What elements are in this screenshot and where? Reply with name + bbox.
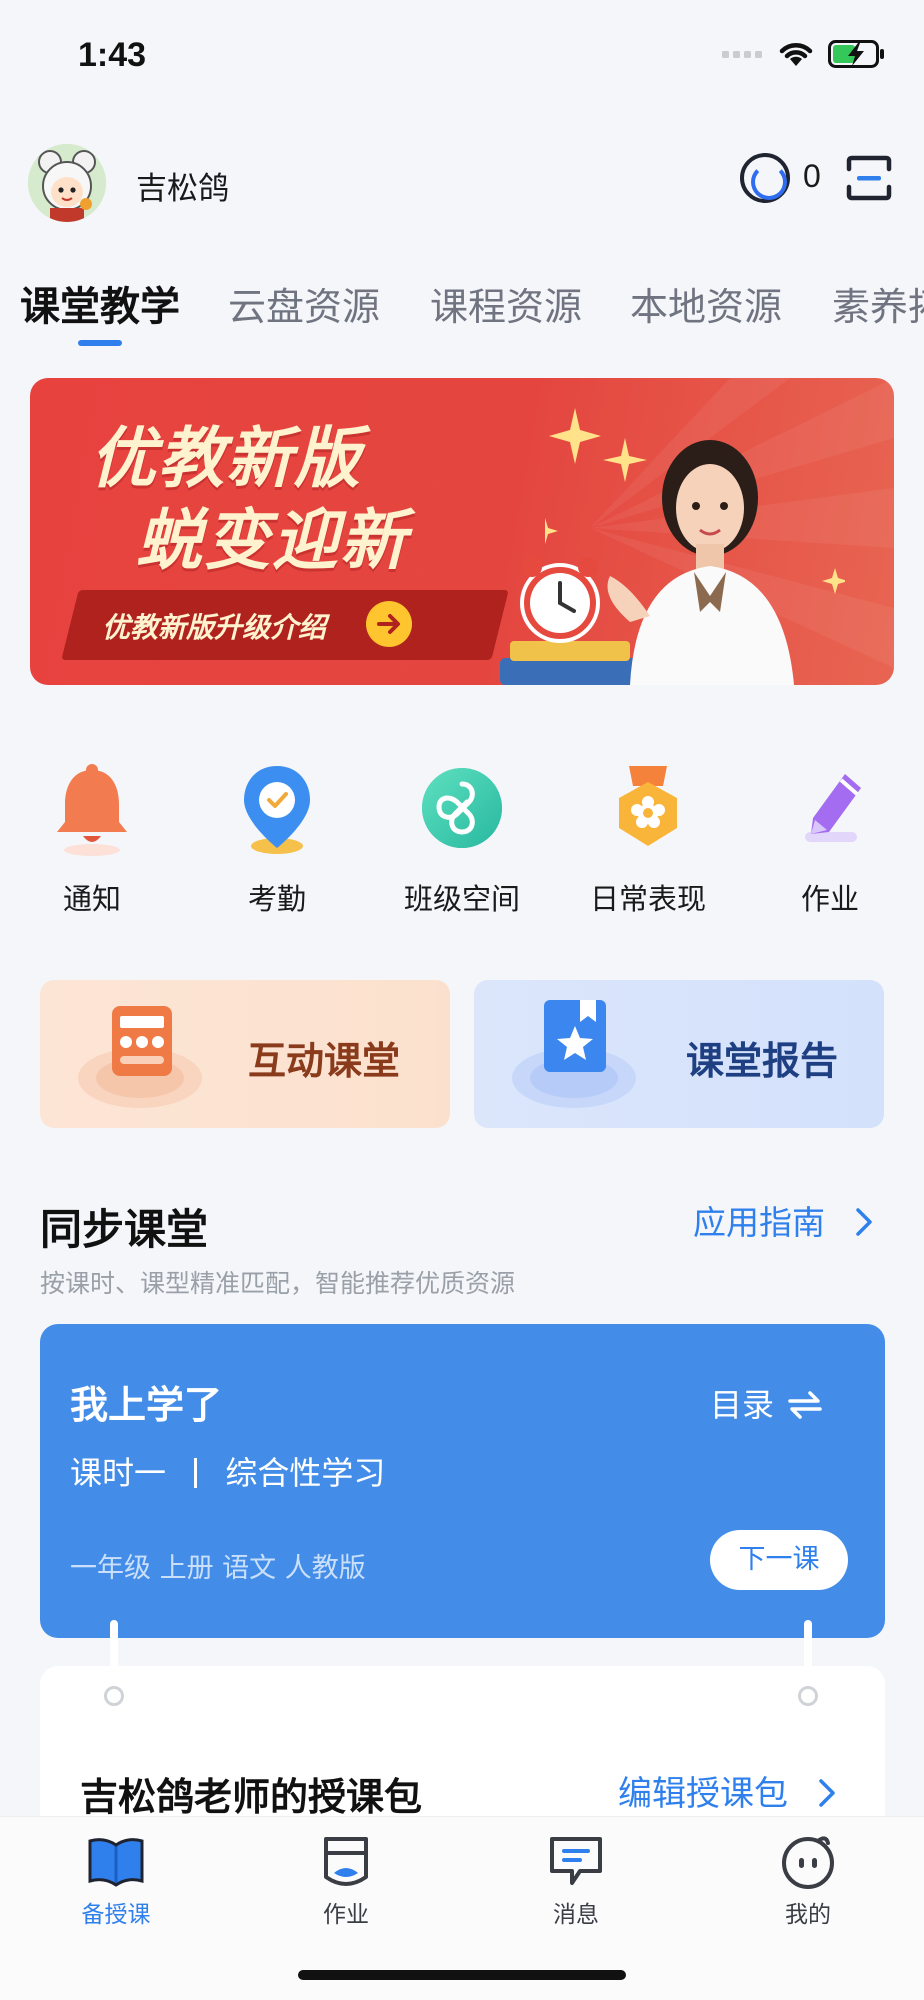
profile-face-icon	[782, 1836, 834, 1889]
interactive-classroom-card[interactable]: 互动课堂	[40, 980, 450, 1128]
banner-title-line2: 蜕变迎新	[136, 502, 408, 579]
status-indicators	[722, 40, 886, 68]
scan-icon[interactable]	[846, 155, 892, 201]
edit-package-link[interactable]: 编辑授课包	[618, 1766, 839, 1815]
catalog-button[interactable]: 目录	[710, 1380, 822, 1426]
avatar-image	[28, 144, 106, 222]
switch-arrows-icon	[788, 1391, 822, 1419]
quick-action-daily-performance[interactable]: 日常表现	[587, 762, 709, 918]
teaching-package-title: 吉松鸽老师的授课包	[80, 1775, 423, 1819]
quick-action-homework[interactable]: 作业	[770, 762, 890, 918]
nav-label: 作业	[323, 1902, 369, 1928]
avatar[interactable]	[28, 144, 106, 222]
sync-classroom-subtitle: 按课时、课型精准匹配，智能推荐优质资源	[40, 1269, 516, 1298]
app-guide-label: 应用指南	[693, 1203, 825, 1242]
lesson-topic: 综合性学习	[225, 1454, 386, 1492]
open-book-icon	[88, 1838, 144, 1887]
interactive-classroom-label: 互动课堂	[248, 1039, 401, 1083]
quick-action-class-space[interactable]: 班级空间	[401, 762, 523, 918]
badge-icon	[619, 766, 677, 846]
nav-homework[interactable]: 作业	[286, 1833, 406, 1929]
edit-package-label: 编辑授课包	[618, 1774, 788, 1814]
tab-cloud-resources[interactable]: 云盘资源	[228, 276, 380, 331]
quick-action-label: 班级空间	[403, 882, 520, 916]
coin-count: 0	[803, 158, 821, 194]
classroom-report-label: 课堂报告	[686, 1039, 839, 1083]
sync-classroom-title: 同步课堂	[40, 1205, 209, 1254]
lesson-title: 我上学了	[70, 1383, 223, 1427]
coin-icon[interactable]	[740, 153, 790, 203]
username: 吉松鸽	[136, 171, 229, 207]
active-tab-indicator	[78, 340, 122, 346]
chevron-right-icon	[819, 1779, 835, 1807]
lesson-meta: 一年级 上册 语文 人教版	[70, 1553, 366, 1584]
catalog-label: 目录	[710, 1386, 775, 1424]
bell-icon	[57, 764, 127, 856]
app-guide-link[interactable]: 应用指南	[693, 1196, 876, 1244]
banner-pill-text: 优教新版升级介绍	[102, 611, 327, 644]
nav-prepare-lessons[interactable]: 备授课	[56, 1833, 176, 1929]
nav-label: 消息	[553, 1902, 599, 1928]
wifi-icon	[779, 43, 813, 66]
calculator-icon	[78, 1006, 202, 1108]
bookmark-star-icon	[512, 1000, 636, 1108]
signal-icon	[722, 51, 762, 58]
next-lesson-button[interactable]: 下一课	[710, 1530, 848, 1590]
quick-action-label: 作业	[800, 882, 859, 916]
tab-course-resources[interactable]: 课程资源	[430, 276, 582, 331]
battery-charging-icon	[828, 40, 884, 68]
message-icon	[550, 1837, 602, 1885]
binder-hole	[798, 1686, 818, 1706]
homework-pen-icon	[805, 774, 861, 842]
nav-label: 备授课	[81, 1902, 151, 1928]
banner-title: 优教新版 蜕变迎新	[90, 418, 408, 582]
quick-action-label: 考勤	[247, 882, 306, 916]
classroom-report-card[interactable]: 课堂报告	[474, 980, 884, 1128]
tab-local-resources[interactable]: 本地资源	[630, 276, 782, 331]
teacher-illustration	[607, 440, 794, 685]
chevron-right-icon	[855, 1208, 872, 1236]
tab-classroom-teaching[interactable]: 课堂教学	[20, 274, 180, 332]
lesson-divider	[194, 1458, 198, 1488]
quick-action-label: 通知	[62, 882, 121, 916]
homework-icon	[324, 1837, 368, 1886]
lesson-info: 课时一 综合性学习	[70, 1448, 385, 1494]
tab-literacy-expansion[interactable]: 素养拓	[832, 276, 924, 331]
arrow-right-icon	[366, 601, 412, 647]
class-space-icon	[422, 768, 502, 848]
nav-label: 我的	[785, 1902, 831, 1928]
nav-messages[interactable]: 消息	[516, 1833, 636, 1929]
quick-action-attendance[interactable]: 考勤	[217, 762, 337, 918]
banner-title-line1: 优教新版	[90, 420, 362, 497]
lesson-number: 课时一	[70, 1454, 167, 1492]
home-indicator	[298, 1970, 626, 1980]
status-time: 1:43	[78, 36, 147, 74]
lesson-card[interactable]: 我上学了 目录 课时一 综合性学习 一年级 上册 语文 人教版 下一课	[40, 1324, 885, 1638]
quick-action-notice[interactable]: 通知	[32, 762, 152, 918]
binder-hole	[104, 1686, 124, 1706]
promo-banner[interactable]: 优教新版 蜕变迎新 优教新版升级介绍	[30, 378, 894, 685]
location-check-icon	[244, 766, 310, 854]
quick-action-label: 日常表现	[589, 882, 706, 916]
nav-profile[interactable]: 我的	[748, 1833, 868, 1929]
